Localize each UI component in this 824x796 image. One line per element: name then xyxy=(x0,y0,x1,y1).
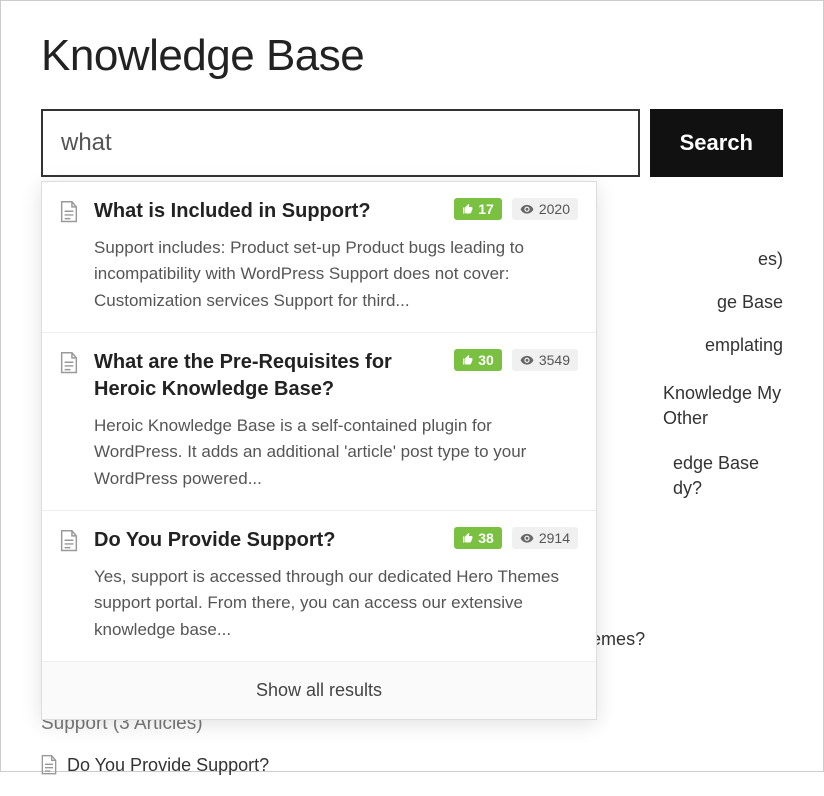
search-button[interactable]: Search xyxy=(650,109,783,177)
upvote-count: 38 xyxy=(478,530,494,546)
result-excerpt: Heroic Knowledge Base is a self-containe… xyxy=(94,413,578,492)
result-title: Do You Provide Support? xyxy=(94,527,444,554)
upvote-count: 17 xyxy=(478,201,494,217)
search-result-item[interactable]: What are the Pre-Requisites for Heroic K… xyxy=(42,333,596,511)
result-title: What are the Pre-Requisites for Heroic K… xyxy=(94,349,444,403)
result-excerpt: Support includes: Product set-up Product… xyxy=(94,235,578,314)
thumbs-up-icon xyxy=(462,203,474,215)
result-excerpt: Yes, support is accessed through our ded… xyxy=(94,564,578,643)
article-link-label: emplating xyxy=(705,333,783,358)
document-icon xyxy=(60,352,78,374)
view-badge: 3549 xyxy=(512,349,578,371)
upvote-badge: 38 xyxy=(454,527,502,549)
article-link[interactable]: Do You Provide Support? xyxy=(41,753,392,778)
eye-icon xyxy=(520,353,534,367)
result-title: What is Included in Support? xyxy=(94,198,444,225)
document-icon xyxy=(60,530,78,552)
eye-icon xyxy=(520,531,534,545)
view-count: 2914 xyxy=(539,530,570,546)
article-link-label: es) xyxy=(758,247,783,272)
eye-icon xyxy=(520,202,534,216)
search-input[interactable] xyxy=(41,109,640,177)
view-count: 2020 xyxy=(539,201,570,217)
thumbs-up-icon xyxy=(462,532,474,544)
search-row: Search What is Included in Support? 17 xyxy=(41,109,783,177)
view-badge: 2914 xyxy=(512,527,578,549)
view-badge: 2020 xyxy=(512,198,578,220)
article-link-label: edge Base dy? xyxy=(673,451,783,501)
thumbs-up-icon xyxy=(462,354,474,366)
show-all-results[interactable]: Show all results xyxy=(42,662,596,719)
view-count: 3549 xyxy=(539,352,570,368)
upvote-count: 30 xyxy=(478,352,494,368)
document-icon xyxy=(60,201,78,223)
upvote-badge: 17 xyxy=(454,198,502,220)
article-link-label: ge Base xyxy=(717,290,783,315)
search-results-dropdown: What is Included in Support? 17 2020 Sup… xyxy=(41,181,597,720)
page-title: Knowledge Base xyxy=(41,31,783,81)
article-link-label: Knowledge My Other xyxy=(663,381,783,431)
document-icon xyxy=(41,755,57,775)
search-result-item[interactable]: What is Included in Support? 17 2020 Sup… xyxy=(42,182,596,333)
upvote-badge: 30 xyxy=(454,349,502,371)
article-link-label: Do You Provide Support? xyxy=(67,753,269,778)
search-result-item[interactable]: Do You Provide Support? 38 2914 Yes, sup… xyxy=(42,511,596,662)
